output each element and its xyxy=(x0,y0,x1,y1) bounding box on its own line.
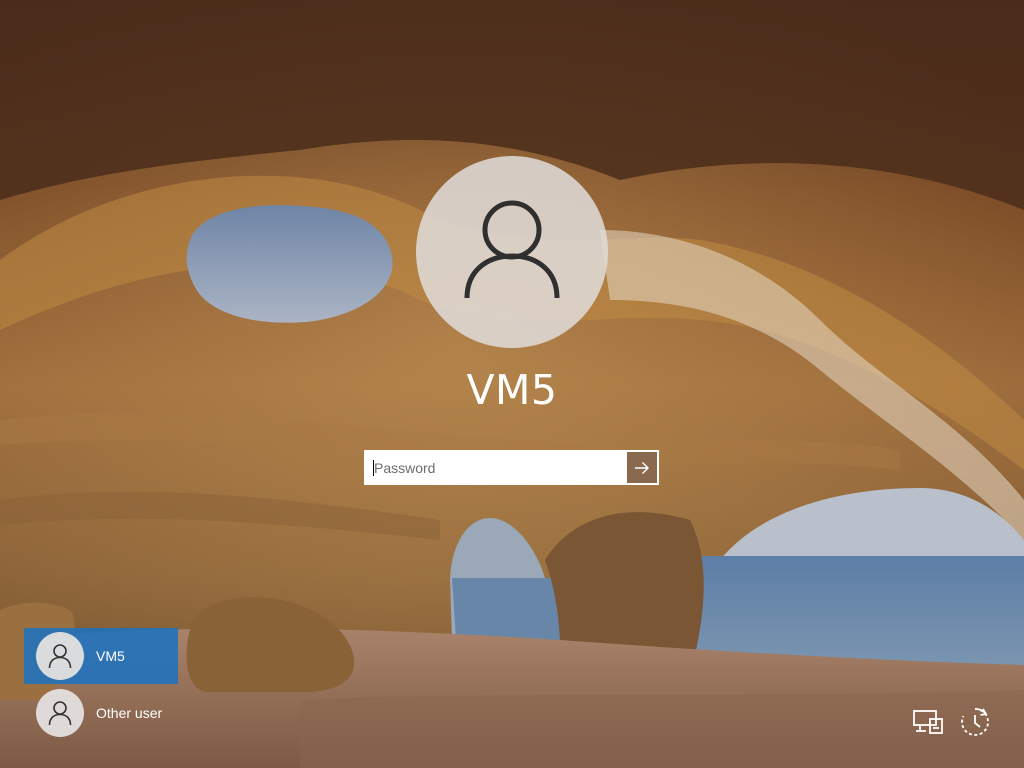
password-box xyxy=(364,450,659,485)
lock-screen: VM5 VM5 Other user xyxy=(0,0,1024,768)
text-caret xyxy=(373,460,374,476)
password-input[interactable] xyxy=(366,452,627,483)
user-tile-avatar xyxy=(36,632,84,680)
user-icon xyxy=(48,701,72,726)
account-avatar xyxy=(416,156,608,348)
submit-button[interactable] xyxy=(627,452,657,483)
user-icon xyxy=(464,200,560,299)
user-tile-avatar xyxy=(36,689,84,737)
ease-of-access-icon xyxy=(961,708,989,736)
network-icon xyxy=(913,710,943,734)
user-tile-label: Other user xyxy=(96,705,163,721)
user-tile-vm5[interactable]: VM5 xyxy=(24,628,178,684)
user-tile-other-user[interactable]: Other user xyxy=(24,685,178,741)
account-username: VM5 xyxy=(466,366,558,414)
user-icon xyxy=(48,644,72,669)
ease-of-access-button[interactable] xyxy=(957,704,993,740)
arrow-right-icon xyxy=(635,461,649,474)
user-tile-label: VM5 xyxy=(96,648,125,664)
network-button[interactable] xyxy=(910,704,946,740)
